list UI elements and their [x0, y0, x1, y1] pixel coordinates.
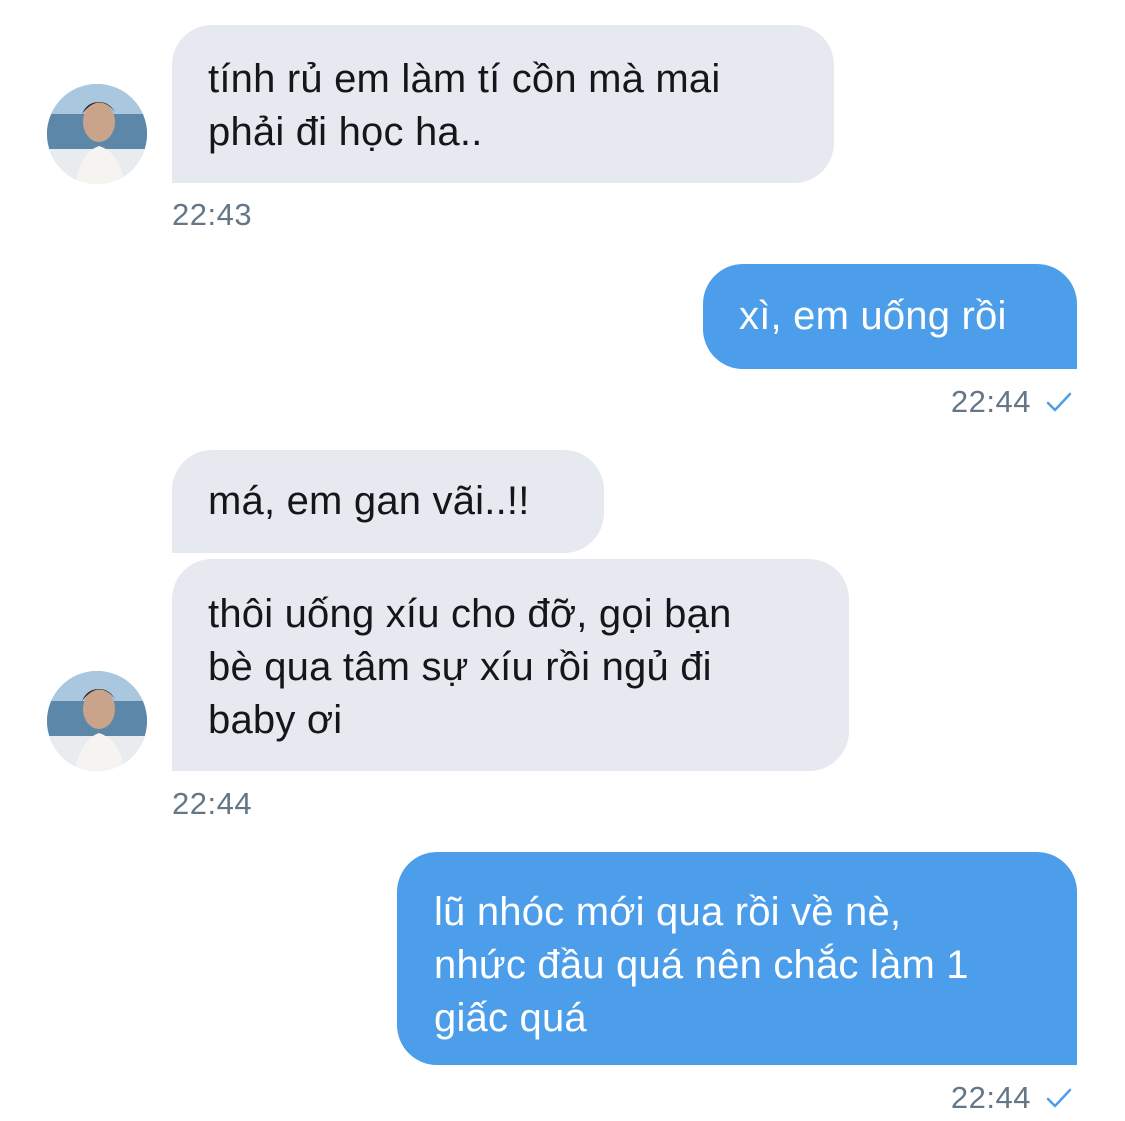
message-timestamp: 22:44	[172, 786, 253, 821]
message-bubble-outgoing[interactable]: lũ nhóc mới qua rồi về nè, nhức đầu quá …	[397, 852, 1077, 1065]
check-icon	[1046, 1088, 1072, 1108]
check-icon	[1046, 392, 1072, 412]
message-timestamp: 22:43	[172, 197, 253, 232]
chat-screen: { "messages": [ { "sender": "them", "tex…	[0, 0, 1125, 1121]
message-timestamp: 22:44	[950, 1080, 1031, 1115]
contact-avatar[interactable]	[47, 671, 147, 771]
avatar-photo-icon	[47, 84, 147, 184]
contact-avatar[interactable]	[47, 84, 147, 184]
message-bubble-incoming[interactable]: thôi uống xíu cho đỡ, gọi bạn bè qua tâm…	[172, 559, 849, 771]
message-timestamp: 22:44	[950, 384, 1031, 419]
message-bubble-incoming[interactable]: má, em gan vãi..!!	[172, 450, 604, 553]
message-bubble-incoming[interactable]: tính rủ em làm tí cồn mà mai phải đi học…	[172, 25, 834, 183]
message-bubble-outgoing[interactable]: xì, em uống rồi	[703, 264, 1077, 369]
avatar-photo-icon	[47, 671, 147, 771]
